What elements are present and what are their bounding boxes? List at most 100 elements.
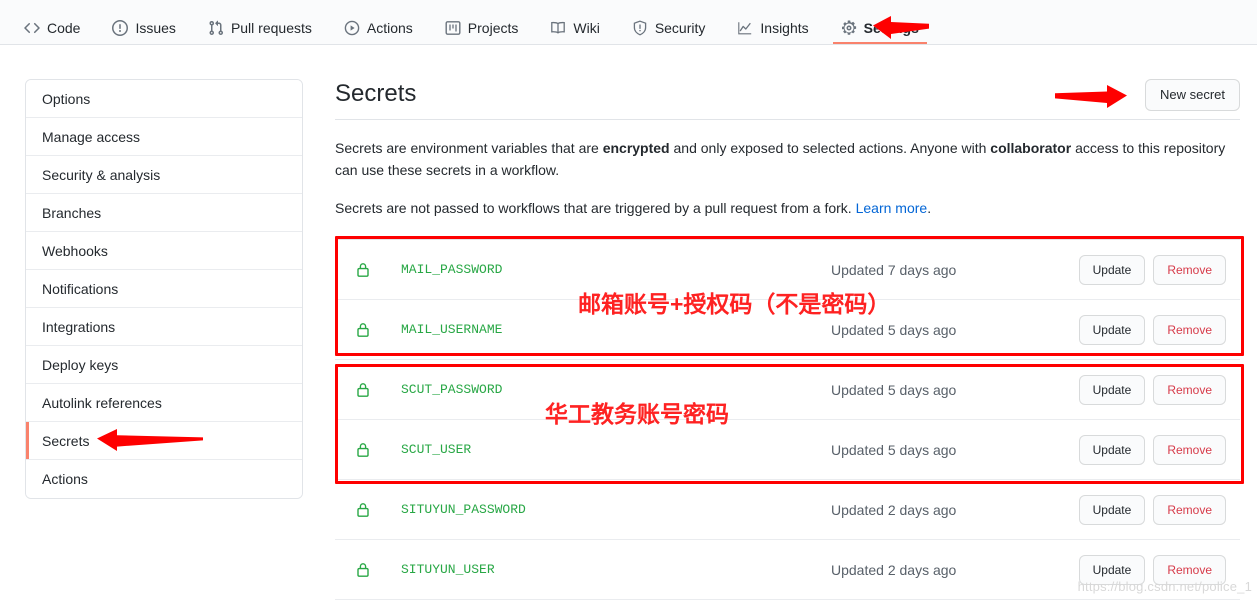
- new-secret-button[interactable]: New secret: [1144, 79, 1240, 111]
- secrets-header: Secrets New secret: [335, 79, 1240, 120]
- sidebar-item-label: Branches: [42, 204, 102, 221]
- row-actions: Update Remove: [1078, 434, 1226, 465]
- nav-item-issues[interactable]: Issues: [96, 0, 191, 44]
- secret-name: SCUT_PASSWORD: [401, 382, 503, 397]
- row-actions: Update Remove: [1078, 254, 1226, 285]
- sidebar-item-branches[interactable]: Branches: [26, 194, 302, 232]
- sidebar-item-label: Manage access: [42, 128, 141, 145]
- secret-updated: Updated 2 days ago: [831, 561, 957, 578]
- graph-icon: [737, 20, 753, 36]
- secrets-description-2: Secrets are not passed to workflows that…: [335, 197, 1240, 219]
- desc1-part1: Secrets are environment variables that a…: [335, 140, 603, 156]
- secret-updated: Updated 7 days ago: [831, 261, 957, 278]
- sidebar-item-manage-access[interactable]: Manage access: [26, 118, 302, 156]
- sidebar-item-label: Secrets: [42, 432, 90, 449]
- sidebar-item-deploy-keys[interactable]: Deploy keys: [26, 346, 302, 384]
- nav-item-label: Insights: [760, 19, 809, 36]
- nav-item-label: Settings: [863, 19, 919, 36]
- nav-item-security[interactable]: Security: [616, 0, 722, 44]
- sidebar-item-label: Options: [42, 90, 91, 107]
- sidebar-item-label: Notifications: [42, 280, 119, 297]
- secret-name: MAIL_PASSWORD: [401, 262, 503, 277]
- gear-icon: [841, 20, 857, 36]
- secret-name: SCUT_USER: [401, 442, 472, 457]
- issue-opened-icon: [112, 20, 129, 36]
- remove-button[interactable]: Remove: [1153, 494, 1226, 525]
- sidebar-item-secrets[interactable]: Secrets: [26, 422, 302, 460]
- sidebar-item-label: Deploy keys: [42, 356, 119, 373]
- nav-item-label: Issues: [135, 19, 176, 36]
- secret-name: SITUYUN_USER: [401, 562, 495, 577]
- nav-item-insights[interactable]: Insights: [721, 0, 824, 44]
- update-button[interactable]: Update: [1078, 434, 1146, 465]
- lock-icon: [355, 442, 371, 458]
- sidebar-item-label: Autolink references: [42, 394, 162, 411]
- sidebar-item-options[interactable]: Options: [26, 80, 302, 118]
- table-row: SCUT_USER Updated 5 days ago Update Remo…: [335, 420, 1240, 480]
- secret-name: MAIL_USERNAME: [401, 322, 503, 337]
- project-icon: [445, 20, 461, 36]
- sidebar-item-webhooks[interactable]: Webhooks: [26, 232, 302, 270]
- table-row: SCUT_PASSWORD Updated 5 days ago Update …: [335, 360, 1240, 420]
- secret-name: SITUYUN_PASSWORD: [401, 502, 526, 517]
- secrets-description-1: Secrets are environment variables that a…: [335, 137, 1240, 181]
- nav-item-pull-requests[interactable]: Pull requests: [192, 0, 328, 44]
- update-button[interactable]: Update: [1078, 254, 1146, 285]
- desc1-bold-collaborator: collaborator: [990, 140, 1072, 156]
- table-row: SITUYUN_PASSWORD Updated 2 days ago Upda…: [335, 480, 1240, 540]
- csdn-watermark: https://blog.csdn.net/police_1: [1077, 579, 1252, 594]
- sidebar-item-label: Actions: [42, 471, 88, 487]
- git-pull-request-icon: [208, 20, 224, 36]
- update-button[interactable]: Update: [1078, 374, 1146, 405]
- table-row: MAIL_PASSWORD Updated 7 days ago Update …: [335, 240, 1240, 300]
- row-actions: Update Remove: [1078, 494, 1226, 525]
- lock-icon: [355, 262, 371, 278]
- desc1-bold-encrypted: encrypted: [602, 140, 670, 156]
- remove-button[interactable]: Remove: [1153, 434, 1226, 465]
- nav-item-code[interactable]: Code: [8, 0, 96, 44]
- sidebar-item-security-analysis[interactable]: Security & analysis: [26, 156, 302, 194]
- sidebar-item-notifications[interactable]: Notifications: [26, 270, 302, 308]
- desc2-text: Secrets are not passed to workflows that…: [335, 200, 856, 216]
- shield-icon: [632, 20, 648, 36]
- lock-icon: [355, 562, 371, 578]
- nav-item-actions[interactable]: Actions: [328, 0, 429, 44]
- sidebar-item-actions[interactable]: Actions: [26, 460, 302, 498]
- code-icon: [24, 20, 40, 36]
- sidebar-item-label: Security & analysis: [42, 166, 161, 183]
- sidebar-item-autolink-references[interactable]: Autolink references: [26, 384, 302, 422]
- repo-nav-bar: Code Issues Pull requests Actions Projec: [0, 0, 1257, 45]
- sidebar-item-label: Webhooks: [42, 242, 108, 259]
- lock-icon: [355, 322, 371, 338]
- desc2-end: .: [927, 200, 932, 216]
- remove-button[interactable]: Remove: [1153, 314, 1226, 345]
- nav-item-label: Projects: [467, 19, 519, 36]
- nav-item-label: Pull requests: [230, 19, 312, 36]
- row-actions: Update Remove: [1078, 374, 1226, 405]
- nav-item-label: Wiki: [573, 19, 600, 36]
- nav-item-label: Code: [47, 19, 81, 36]
- lock-icon: [355, 382, 371, 398]
- remove-button[interactable]: Remove: [1153, 254, 1226, 285]
- update-button[interactable]: Update: [1078, 494, 1146, 525]
- remove-button[interactable]: Remove: [1153, 374, 1226, 405]
- learn-more-link[interactable]: Learn more: [856, 200, 928, 216]
- nav-item-label: Security: [654, 19, 706, 36]
- settings-sidebar: Options Manage access Security & analysi…: [25, 79, 303, 499]
- table-row: MAIL_USERNAME Updated 5 days ago Update …: [335, 300, 1240, 360]
- nav-item-settings[interactable]: Settings: [825, 0, 935, 44]
- page-body: Options Manage access Security & analysi…: [0, 45, 1257, 600]
- secret-updated: Updated 5 days ago: [831, 321, 957, 338]
- desc1-part2: and only exposed to selected actions. An…: [669, 140, 991, 156]
- secrets-list: MAIL_PASSWORD Updated 7 days ago Update …: [335, 239, 1240, 600]
- update-button[interactable]: Update: [1078, 314, 1146, 345]
- secret-updated: Updated 5 days ago: [831, 381, 957, 398]
- nav-item-wiki[interactable]: Wiki: [534, 0, 615, 44]
- book-icon: [550, 20, 566, 36]
- sidebar-item-integrations[interactable]: Integrations: [26, 308, 302, 346]
- main-content: Secrets New secret Secrets are environme…: [335, 79, 1240, 600]
- nav-item-label: Actions: [366, 19, 413, 36]
- nav-item-projects[interactable]: Projects: [429, 0, 535, 44]
- repo-nav-list: Code Issues Pull requests Actions Projec: [0, 0, 1257, 44]
- row-actions: Update Remove: [1078, 314, 1226, 345]
